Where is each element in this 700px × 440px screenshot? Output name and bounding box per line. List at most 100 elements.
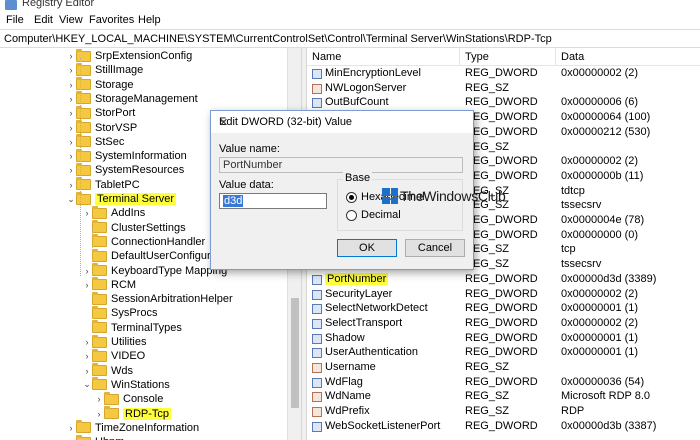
column-divider[interactable]: [459, 48, 460, 66]
value-row[interactable]: UserAuthentication REG_DWORD 0x00000001 (1…: [307, 346, 700, 360]
tree-scrollbar-thumb[interactable]: [291, 298, 299, 408]
tree-node[interactable]: › StillImage: [66, 62, 143, 77]
tree-node[interactable]: › VIDEO: [82, 348, 145, 363]
column-data[interactable]: Data: [561, 51, 584, 63]
tree-node[interactable]: › AddIns: [82, 205, 145, 220]
value-row[interactable]: NWLogonServer REG_SZ: [307, 82, 700, 96]
tree-node[interactable]: SysProcs: [82, 305, 157, 320]
expand-right-icon[interactable]: ›: [66, 123, 76, 133]
decimal-label: Decimal: [361, 209, 401, 221]
tree-node[interactable]: › StSec: [66, 134, 124, 149]
tree-node[interactable]: › Console: [94, 391, 163, 406]
folder-icon: [76, 420, 91, 434]
value-data-input[interactable]: d3d: [219, 193, 327, 209]
cancel-button[interactable]: Cancel: [405, 239, 465, 257]
value-row[interactable]: SelectNetworkDetect REG_DWORD 0x00000001 (…: [307, 302, 700, 316]
value-row[interactable]: PortNumber REG_DWORD 0x00000d3d (3389): [307, 272, 700, 287]
tree-node[interactable]: ›Ubpm: [66, 434, 124, 440]
tree-node[interactable]: › RDP-Tcp: [94, 406, 172, 421]
column-divider[interactable]: [555, 48, 556, 66]
base-group: Base Hexadecimal Decimal: [337, 172, 463, 231]
expand-right-icon[interactable]: ›: [66, 94, 76, 104]
expand-right-icon[interactable]: ›: [66, 180, 76, 190]
menu-help[interactable]: Help: [138, 14, 161, 26]
value-row[interactable]: SelectTransport REG_DWORD 0x00000002 (2): [307, 317, 700, 331]
tree-node[interactable]: ⌄ Terminal Server: [66, 191, 177, 206]
column-name[interactable]: Name: [312, 51, 341, 63]
tree-node[interactable]: › Utilities: [82, 334, 146, 349]
tree-node[interactable]: › SystemInformation: [66, 148, 187, 163]
tree-node[interactable]: › Wds: [82, 363, 133, 378]
value-row[interactable]: WdPrefix REG_SZ RDP: [307, 405, 700, 419]
tree-node[interactable]: › TabletPC: [66, 177, 140, 192]
expand-right-icon[interactable]: ›: [82, 366, 92, 376]
expand-right-icon[interactable]: ›: [94, 394, 104, 404]
expand-down-icon[interactable]: ⌄: [66, 194, 76, 205]
value-data: 0x00000002 (2): [561, 287, 639, 300]
value-row[interactable]: WebSocketListenerPort REG_DWORD 0x00000d3b…: [307, 420, 700, 434]
value-row[interactable]: WdFlag REG_DWORD 0x00000036 (54): [307, 376, 700, 390]
expand-right-icon[interactable]: ›: [66, 108, 76, 118]
menu-favorites[interactable]: Favorites: [89, 14, 134, 26]
value-type: REG_DWORD: [465, 111, 538, 124]
value-row[interactable]: Shadow REG_DWORD 0x00000001 (1): [307, 332, 700, 346]
tree-node[interactable]: › StorVSP: [66, 120, 137, 135]
expand-right-icon[interactable]: ›: [82, 351, 92, 361]
tree-node[interactable]: › Storage: [66, 77, 134, 92]
value-data: tcp: [561, 243, 576, 256]
address-path[interactable]: Computer\HKEY_LOCAL_MACHINE\SYSTEM\Curre…: [4, 33, 552, 45]
tree-node-label: StorPort: [95, 107, 136, 120]
close-icon[interactable]: ✕: [219, 116, 467, 129]
radio-unselected-icon[interactable]: [346, 209, 357, 221]
tree-node[interactable]: TerminalTypes: [82, 320, 182, 335]
tree-node[interactable]: › StorageManagement: [66, 91, 198, 106]
expand-right-icon[interactable]: ›: [66, 423, 76, 433]
expand-right-icon[interactable]: ›: [82, 266, 92, 276]
tree-node[interactable]: › SystemResources: [66, 162, 184, 177]
value-data: Microsoft RDP 8.0: [561, 390, 651, 403]
value-name: Shadow: [325, 331, 365, 344]
expand-right-icon[interactable]: ›: [66, 151, 76, 161]
tree-node[interactable]: DefaultUserConfiguratio: [82, 248, 228, 263]
expand-right-icon[interactable]: ›: [82, 208, 92, 218]
menu-view[interactable]: View: [59, 14, 83, 26]
value-data: 0x0000004e (78): [561, 214, 645, 226]
tree-node[interactable]: › SrpExtensionConfig: [66, 48, 192, 63]
value-row[interactable]: MinEncryptionLevel REG_DWORD 0x00000002 (2…: [307, 67, 700, 81]
tree-node[interactable]: › RCM: [82, 277, 136, 292]
tree-node[interactable]: › TimeZoneInformation: [66, 420, 199, 435]
menu-file[interactable]: File: [6, 14, 24, 26]
value-data-text[interactable]: d3d: [223, 195, 244, 207]
expand-down-icon[interactable]: ⌄: [82, 379, 92, 390]
expand-right-icon[interactable]: ›: [82, 337, 92, 347]
value-row[interactable]: SecurityLayer REG_DWORD 0x00000002 (2): [307, 288, 700, 302]
column-type[interactable]: Type: [465, 51, 489, 63]
tree-node[interactable]: SessionArbitrationHelper: [82, 291, 233, 306]
radio-selected-icon[interactable]: [346, 191, 357, 203]
decimal-radio[interactable]: Decimal: [346, 209, 401, 221]
tree-node-label: Terminal Server: [95, 193, 177, 205]
tree-node[interactable]: › KeyboardType Mapping: [82, 263, 227, 278]
expand-right-icon[interactable]: ›: [66, 51, 76, 61]
folder-icon: [76, 434, 91, 440]
tree-node[interactable]: ClusterSettings: [82, 220, 186, 235]
expand-right-icon[interactable]: ›: [66, 80, 76, 90]
value-row[interactable]: Username REG_SZ: [307, 361, 700, 375]
value-name: OutBufCount: [325, 96, 389, 109]
tree-node[interactable]: › StorPort: [66, 105, 136, 120]
value-row[interactable]: OutBufCount REG_DWORD 0x00000006 (6): [307, 96, 700, 110]
expand-right-icon[interactable]: ›: [66, 137, 76, 147]
tree-node[interactable]: ConnectionHandler: [82, 234, 205, 249]
windows-logo-icon: [382, 188, 398, 204]
tree-node[interactable]: ⌄ WinStations: [82, 377, 170, 392]
menu-edit[interactable]: Edit: [34, 14, 53, 26]
expand-right-icon[interactable]: ›: [66, 165, 76, 175]
tree-guide-line: [80, 58, 81, 276]
ok-button[interactable]: OK: [337, 239, 397, 257]
tree-guide-line: [92, 230, 93, 260]
address-bar[interactable]: Computer\HKEY_LOCAL_MACHINE\SYSTEM\Curre…: [0, 29, 700, 48]
expand-right-icon[interactable]: ›: [82, 280, 92, 290]
value-row[interactable]: WdName REG_SZ Microsoft RDP 8.0: [307, 390, 700, 404]
expand-right-icon[interactable]: ›: [66, 65, 76, 75]
expand-right-icon[interactable]: ›: [94, 409, 104, 419]
